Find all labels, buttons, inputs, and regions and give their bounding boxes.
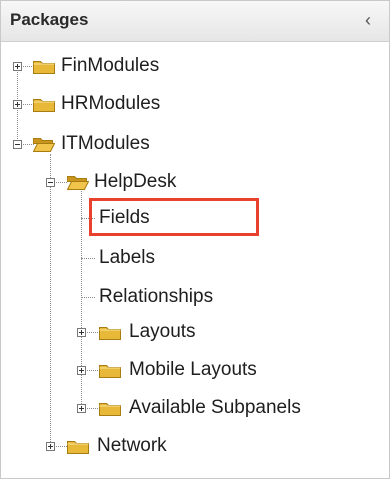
highlight-box — [89, 198, 259, 236]
folder-icon — [33, 99, 55, 112]
tree-node-mobile-layouts[interactable]: Mobile Layouts — [1, 356, 391, 384]
expand-icon[interactable] — [13, 62, 22, 71]
tree-node-label: Labels — [99, 247, 155, 268]
tree-node-hrmodules[interactable]: HRModules — [1, 90, 391, 118]
collapse-icon[interactable] — [46, 178, 55, 187]
expand-icon[interactable] — [77, 366, 86, 375]
panel-title: Packages — [10, 10, 89, 29]
tree-node-finmodules[interactable]: FinModules — [1, 52, 391, 80]
folder-icon — [99, 403, 121, 416]
tree-node-available-subpanels[interactable]: Available Subpanels — [1, 394, 391, 422]
tree-node-itmodules[interactable]: ITModules — [1, 130, 391, 158]
expand-icon[interactable] — [46, 442, 55, 451]
panel-header: Packages ‹ — [1, 1, 389, 42]
tree-node-label: ITModules — [61, 133, 150, 154]
tree-node-layouts[interactable]: Layouts — [1, 318, 391, 346]
tree-node-helpdesk[interactable]: HelpDesk — [1, 168, 391, 196]
tree-leaf-relationships[interactable]: Relationships — [1, 283, 391, 311]
tree-node-label: HelpDesk — [94, 171, 177, 192]
expand-icon[interactable] — [77, 328, 86, 337]
tree-node-label: FinModules — [61, 55, 160, 76]
packages-panel: Packages ‹ FinModules HRModules ITModule… — [0, 0, 390, 479]
collapse-icon[interactable] — [13, 140, 22, 149]
tree-node-network[interactable]: Network — [1, 432, 391, 460]
folder-icon — [33, 61, 55, 74]
open-folder-icon — [33, 138, 55, 152]
tree-node-label: Relationships — [99, 286, 214, 307]
tree-node-label: Available Subpanels — [129, 397, 301, 418]
tree-node-label: HRModules — [61, 93, 161, 114]
folder-icon — [99, 365, 121, 378]
tree-node-label: Layouts — [129, 321, 196, 342]
folder-icon — [67, 441, 89, 454]
open-folder-icon — [67, 176, 89, 190]
tree-leaf-labels[interactable]: Labels — [1, 244, 391, 272]
tree-node-label: Network — [97, 435, 167, 456]
chevron-left-icon[interactable]: ‹ — [365, 10, 371, 31]
expand-icon[interactable] — [13, 100, 22, 109]
folder-icon — [99, 327, 121, 340]
expand-icon[interactable] — [77, 404, 86, 413]
tree-node-label: Mobile Layouts — [129, 359, 257, 380]
